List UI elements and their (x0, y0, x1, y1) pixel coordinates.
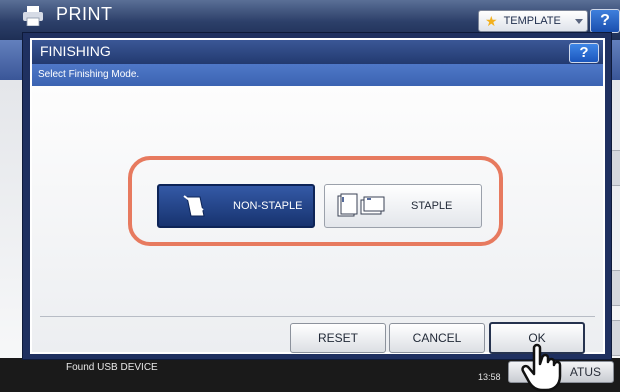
template-button[interactable]: ★ TEMPLATE (478, 10, 588, 32)
divider (40, 316, 595, 317)
clock: 13:58 (478, 372, 501, 382)
staple-label: STAPLE (411, 200, 453, 212)
instruction-text: Select Finishing Mode. (38, 69, 140, 80)
non-staple-option-button[interactable]: NON-STAPLE (157, 184, 315, 228)
print-screen-title: PRINT (56, 4, 113, 24)
finishing-dialog: FINISHING ? Select Finishing Mode. NON-S… (30, 38, 605, 354)
dialog-title: FINISHING (40, 43, 111, 59)
print-help-button[interactable]: ? (590, 9, 620, 33)
non-staple-icon (183, 195, 205, 217)
staple-option-button[interactable]: STAPLE (324, 184, 482, 228)
hand-pointer-icon (521, 343, 562, 392)
dialog-help-button[interactable]: ? (569, 43, 599, 63)
chevron-down-icon (575, 18, 583, 24)
dialog-content: NON-STAPLE STAPLE RESET CANCEL OK (32, 86, 603, 354)
cancel-button[interactable]: CANCEL (389, 323, 485, 353)
staple-icon (337, 193, 385, 217)
status-message: Found USB DEVICE (66, 362, 158, 373)
star-icon: ★ (485, 13, 498, 29)
instruction-bar: Select Finishing Mode. (32, 64, 603, 86)
template-label: TEMPLATE (503, 15, 561, 27)
printer-icon (23, 6, 43, 26)
non-staple-label: NON-STAPLE (233, 200, 303, 212)
job-status-label: ATUS (569, 365, 601, 379)
reset-button[interactable]: RESET (290, 323, 386, 353)
dialog-header: FINISHING ? (32, 40, 603, 64)
